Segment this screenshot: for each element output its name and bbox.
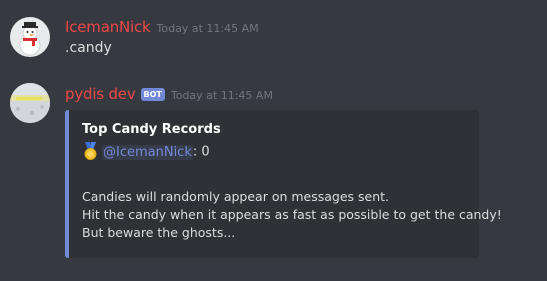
avatar[interactable] (10, 83, 50, 123)
chat-log: IcemanNick Today at 11:45 AM .candy pydis… (0, 0, 547, 281)
message-timestamp: Today at 11:45 AM (170, 89, 273, 102)
message-content: .candy (65, 40, 112, 56)
author-name[interactable]: IcemanNick (65, 18, 151, 36)
embed-description: Candies will randomly appear on messages… (82, 188, 502, 242)
embed: Top Candy Records @IcemanNick: 0 Candies… (65, 110, 502, 258)
author-name[interactable]: pydis dev (65, 85, 136, 103)
embed-title: Top Candy Records (82, 122, 221, 137)
message-header: IcemanNick Today at 11:45 AM (65, 17, 259, 36)
message-header: pydis dev BOT Today at 11:45 AM (65, 84, 273, 103)
embed-field: @IcemanNick: 0 (82, 142, 210, 161)
message-timestamp: Today at 11:45 AM (156, 22, 259, 35)
snowman-avatar-icon (10, 17, 50, 57)
gold-medal-icon (82, 142, 99, 160)
description-line: But beware the ghosts... (82, 225, 236, 240)
description-line: Hit the candy when it appears as fast as… (82, 207, 502, 222)
snowy-landscape-avatar-icon (10, 83, 50, 123)
candy-score: : 0 (192, 144, 210, 160)
bot-badge: BOT (140, 88, 165, 101)
description-line: Candies will randomly appear on messages… (82, 189, 390, 204)
user-mention[interactable]: @IcemanNick (102, 144, 193, 160)
avatar[interactable] (10, 17, 50, 57)
